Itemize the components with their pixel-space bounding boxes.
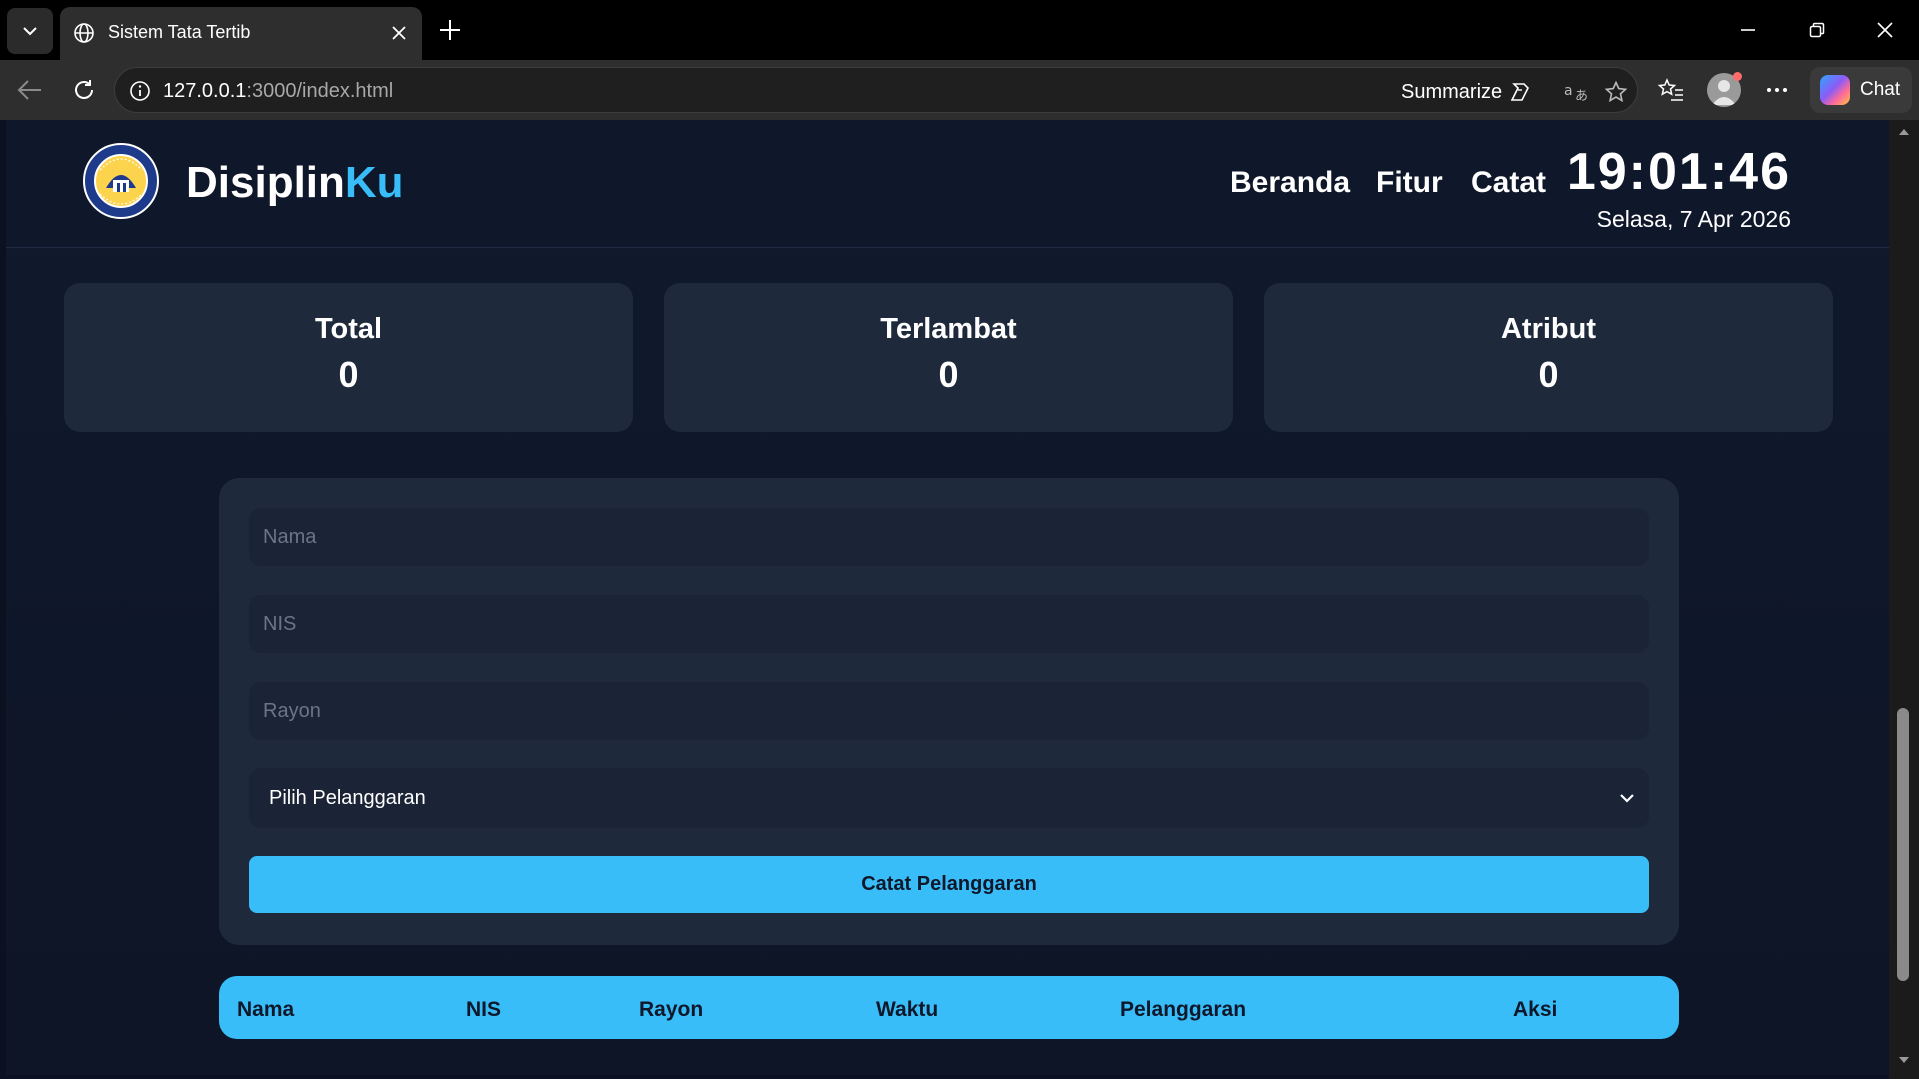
translate-icon: aあ bbox=[1564, 83, 1588, 104]
column-header-pelanggaran: Pelanggaran bbox=[1120, 998, 1247, 1021]
new-tab-button[interactable] bbox=[432, 12, 468, 48]
summarize-button[interactable]: Summarize bbox=[1401, 80, 1532, 104]
current-date: Selasa, 7 Apr 2026 bbox=[1596, 206, 1791, 232]
tab-close-button[interactable] bbox=[386, 20, 412, 46]
violations-table-header: Nama NIS Rayon Waktu Pelanggaran Aksi bbox=[219, 976, 1679, 1039]
close-window-button[interactable] bbox=[1858, 8, 1912, 52]
scrollbar-thumb[interactable] bbox=[1897, 708, 1909, 981]
chevron-down-icon bbox=[23, 27, 37, 36]
url-path: :3000/index.html bbox=[246, 80, 394, 102]
chat-label: Chat bbox=[1860, 79, 1901, 100]
nav-link-fitur[interactable]: Fitur bbox=[1376, 166, 1443, 200]
brand-main: Disiplin bbox=[186, 158, 345, 207]
nis-input[interactable] bbox=[249, 595, 1649, 653]
restore-button[interactable] bbox=[1790, 8, 1844, 52]
scroll-down-arrow-icon[interactable] bbox=[1898, 1054, 1910, 1066]
column-header-nama: Nama bbox=[237, 998, 295, 1021]
site-header: DisiplinKu Beranda Fitur Catat 19:01:46 … bbox=[6, 120, 1889, 248]
stat-label: Total bbox=[314, 313, 383, 345]
browser-tab-bar: Sistem Tata Tertib bbox=[0, 0, 1919, 60]
brand-accent: Ku bbox=[344, 158, 404, 207]
restore-icon bbox=[1809, 22, 1825, 38]
nama-input[interactable] bbox=[249, 508, 1649, 566]
favorites-button[interactable] bbox=[1655, 74, 1687, 106]
globe-icon bbox=[74, 23, 94, 43]
column-header-aksi: Aksi bbox=[1513, 998, 1558, 1021]
page-viewport: DisiplinKu Beranda Fitur Catat 19:01:46 … bbox=[6, 120, 1889, 1075]
tab-list-button[interactable] bbox=[7, 8, 53, 54]
stat-value: 0 bbox=[338, 354, 359, 395]
scroll-up-arrow-icon[interactable] bbox=[1898, 126, 1910, 138]
chevron-down-icon bbox=[1620, 794, 1634, 803]
notification-dot bbox=[1733, 72, 1742, 81]
browser-toolbar: 127.0.0.1:3000/index.html Summarize aあ C… bbox=[0, 60, 1919, 120]
stat-card-terlambat: Terlambat 0 bbox=[664, 283, 1233, 432]
tab-title: Sistem Tata Tertib bbox=[108, 22, 251, 42]
minimize-icon bbox=[1741, 29, 1755, 31]
more-menu-button[interactable] bbox=[1761, 74, 1793, 106]
stat-label: Atribut bbox=[1500, 313, 1597, 345]
column-header-nis: NIS bbox=[466, 998, 502, 1021]
copilot-icon bbox=[1820, 75, 1850, 105]
svg-text:a: a bbox=[1564, 83, 1573, 99]
favorite-button[interactable] bbox=[1603, 79, 1629, 105]
stat-label: Terlambat bbox=[880, 313, 1017, 345]
address-bar[interactable]: 127.0.0.1:3000/index.html Summarize aあ bbox=[114, 67, 1638, 113]
reload-button[interactable] bbox=[64, 70, 104, 110]
digital-clock: 19:01:46 bbox=[1566, 143, 1791, 201]
favorites-list-icon bbox=[1657, 78, 1683, 101]
plus-icon bbox=[440, 20, 460, 40]
violation-select-value: Pilih Pelanggaran bbox=[269, 786, 426, 809]
more-dots-icon bbox=[1767, 88, 1787, 92]
brand-logo-text[interactable]: DisiplinKu bbox=[186, 158, 404, 208]
catat-pelanggaran-button[interactable]: Catat Pelanggaran bbox=[249, 856, 1649, 913]
url-host: 127.0.0.1 bbox=[163, 80, 247, 102]
star-icon bbox=[1604, 80, 1628, 103]
stat-card-atribut: Atribut 0 bbox=[1264, 283, 1833, 432]
close-icon bbox=[1877, 22, 1893, 38]
column-header-rayon: Rayon bbox=[639, 998, 704, 1021]
copilot-chat-button[interactable]: Chat bbox=[1810, 67, 1912, 113]
summarize-label: Summarize bbox=[1401, 80, 1503, 103]
violation-select[interactable]: Pilih Pelanggaran bbox=[249, 768, 1649, 828]
url-text[interactable]: 127.0.0.1:3000/index.html bbox=[163, 80, 393, 103]
arrow-left-icon bbox=[17, 80, 41, 100]
reload-icon bbox=[75, 80, 93, 99]
column-header-waktu: Waktu bbox=[876, 998, 939, 1021]
translate-button[interactable]: aあ bbox=[1563, 79, 1589, 105]
nav-link-beranda[interactable]: Beranda bbox=[1230, 166, 1350, 200]
school-logo[interactable] bbox=[82, 142, 160, 220]
back-button[interactable] bbox=[10, 70, 50, 110]
minimize-button[interactable] bbox=[1721, 8, 1775, 52]
page-scrollbar[interactable] bbox=[1889, 120, 1919, 1079]
browser-tab-active[interactable]: Sistem Tata Tertib bbox=[60, 7, 422, 60]
close-icon bbox=[392, 26, 406, 40]
rayon-input[interactable] bbox=[249, 682, 1649, 740]
summarize-icon bbox=[1510, 83, 1530, 101]
stat-card-total: Total 0 bbox=[64, 283, 633, 432]
svg-text:あ: あ bbox=[1575, 89, 1588, 104]
stat-value: 0 bbox=[938, 354, 959, 395]
info-icon[interactable] bbox=[129, 80, 151, 102]
stat-value: 0 bbox=[1538, 354, 1559, 395]
nav-link-catat[interactable]: Catat bbox=[1471, 166, 1546, 200]
violation-form: Pilih Pelanggaran Catat Pelanggaran bbox=[219, 478, 1679, 945]
